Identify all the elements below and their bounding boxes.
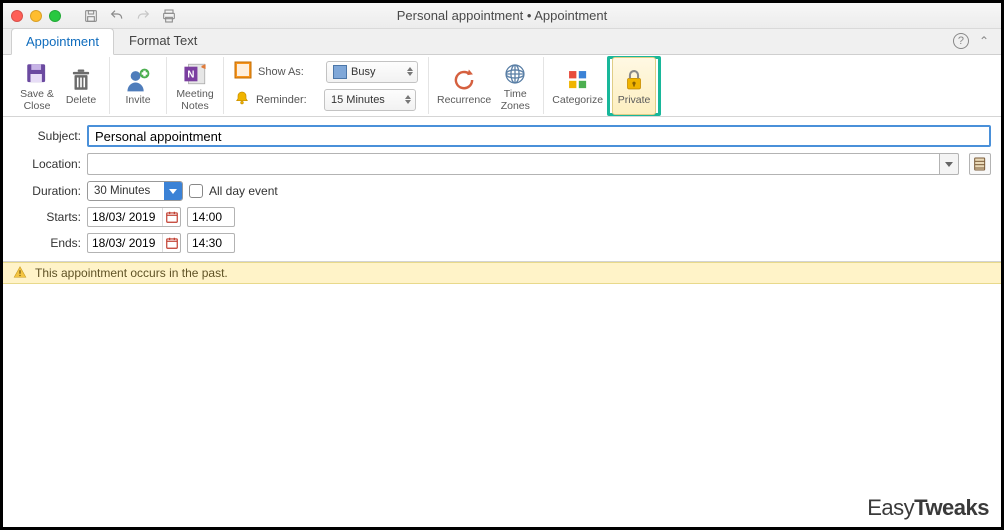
undo-icon[interactable] <box>109 8 125 24</box>
save-icon[interactable] <box>83 8 99 24</box>
ends-label: Ends: <box>13 236 81 250</box>
titlebar: Personal appointment • Appointment <box>3 3 1001 29</box>
starts-date-picker[interactable] <box>87 207 181 227</box>
reminder-combo[interactable]: 15 Minutes <box>324 89 416 111</box>
ends-date-picker[interactable] <box>87 233 181 253</box>
redo-icon[interactable] <box>135 8 151 24</box>
location-dropdown-button[interactable] <box>939 153 959 175</box>
subject-label: Subject: <box>13 129 81 143</box>
private-highlight: Private <box>607 56 661 116</box>
location-label: Location: <box>13 157 81 171</box>
busy-swatch-icon <box>333 65 347 79</box>
tab-appointment[interactable]: Appointment <box>11 28 114 55</box>
meeting-notes-button[interactable]: N Meeting Notes <box>173 57 217 115</box>
globe-icon <box>502 59 528 89</box>
show-as-label: Show As: <box>258 66 320 78</box>
invite-button[interactable]: Invite <box>116 57 160 115</box>
reminder-label: Reminder: <box>256 94 318 106</box>
categorize-button[interactable]: Categorize <box>550 57 605 115</box>
minimize-window-button[interactable] <box>30 10 42 22</box>
all-day-checkbox[interactable] <box>189 184 203 198</box>
private-button[interactable]: Private <box>612 57 656 115</box>
print-icon[interactable] <box>161 8 177 24</box>
all-day-label: All day event <box>209 184 278 198</box>
zoom-window-button[interactable] <box>49 10 61 22</box>
duration-label: Duration: <box>13 184 81 198</box>
help-icon[interactable]: ? <box>953 33 969 49</box>
recurrence-icon <box>451 65 477 95</box>
ribbon: Save & Close Delete Invite N Meeting Not… <box>3 55 1001 117</box>
time-zones-button[interactable]: Time Zones <box>493 57 537 115</box>
show-as-combo[interactable]: Busy <box>326 61 418 83</box>
delete-button[interactable]: Delete <box>59 57 103 115</box>
info-bar: This appointment occurs in the past. <box>3 262 1001 284</box>
lock-icon <box>621 65 647 95</box>
svg-text:N: N <box>187 70 194 81</box>
address-book-button[interactable] <box>969 153 991 175</box>
starts-label: Starts: <box>13 210 81 224</box>
starts-date-input[interactable] <box>88 210 162 224</box>
window-controls <box>11 10 61 22</box>
quick-access-toolbar <box>83 8 177 24</box>
subject-input[interactable] <box>87 125 991 147</box>
watermark: EasyTweaks <box>867 495 989 521</box>
onenote-icon: N <box>182 59 208 89</box>
collapse-ribbon-icon[interactable]: ⌃ <box>979 34 989 48</box>
save-close-icon <box>24 59 50 89</box>
warning-icon <box>13 265 27 282</box>
ends-date-input[interactable] <box>88 236 162 250</box>
trash-icon <box>68 65 94 95</box>
ribbon-tabbar: Appointment Format Text ? ⌃ <box>3 29 1001 55</box>
reminder-bell-icon <box>234 90 250 109</box>
calendar-icon[interactable] <box>162 208 180 226</box>
appointment-form: Subject: Location: Duration: 30 Minutes … <box>3 117 1001 262</box>
categorize-icon <box>565 65 591 95</box>
invite-icon <box>125 65 151 95</box>
close-window-button[interactable] <box>11 10 23 22</box>
ends-time-input[interactable] <box>187 233 235 253</box>
starts-time-input[interactable] <box>187 207 235 227</box>
duration-combo[interactable]: 30 Minutes <box>87 181 183 201</box>
location-input[interactable] <box>87 153 939 175</box>
save-close-button[interactable]: Save & Close <box>15 57 59 115</box>
calendar-icon[interactable] <box>162 234 180 252</box>
show-as-swatch-icon <box>234 61 252 82</box>
tab-format-text[interactable]: Format Text <box>114 27 212 54</box>
recurrence-button[interactable]: Recurrence <box>435 57 493 115</box>
warning-message: This appointment occurs in the past. <box>35 266 228 280</box>
